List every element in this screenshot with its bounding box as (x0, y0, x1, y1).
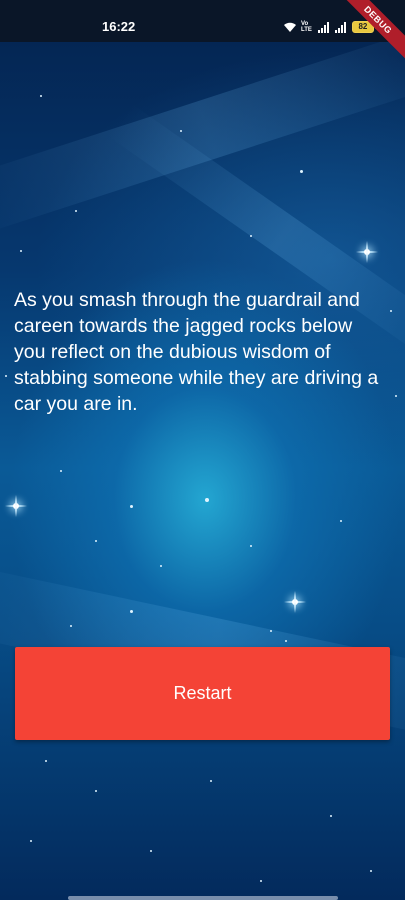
story-text: As you smash through the guardrail and c… (14, 289, 379, 415)
star (45, 760, 47, 762)
star (210, 780, 212, 782)
star (250, 235, 252, 237)
star (75, 210, 77, 212)
star (150, 850, 152, 852)
status-time: 16:22 (102, 19, 136, 34)
star (20, 250, 22, 252)
sparkle-star (356, 241, 378, 263)
status-bar: 16:22 Vo LTE 82 (0, 0, 405, 42)
star (40, 95, 42, 97)
star (205, 498, 209, 502)
star (370, 870, 372, 872)
star (340, 520, 342, 522)
star (330, 815, 332, 817)
star (180, 130, 182, 132)
star (390, 310, 392, 312)
sparkle-star (284, 591, 306, 613)
wifi-icon (284, 22, 296, 32)
star (5, 375, 7, 377)
star (270, 630, 272, 632)
star (60, 470, 62, 472)
home-indicator (68, 896, 338, 900)
volte-icon: Vo LTE (301, 21, 312, 33)
star (70, 625, 72, 627)
star (95, 790, 97, 792)
star (395, 395, 397, 397)
status-icons: Vo LTE 82 (283, 19, 377, 35)
restart-button[interactable]: Restart (15, 647, 390, 740)
star (130, 610, 133, 613)
star (260, 880, 262, 882)
star (300, 170, 303, 173)
star (250, 545, 252, 547)
sparkle-star (5, 495, 27, 517)
app-screen: 16:22 Vo LTE 82 DEBUG As you smash throug… (0, 0, 405, 900)
star (95, 540, 97, 542)
star (30, 840, 32, 842)
signal-icon (334, 21, 346, 33)
signal-icon (317, 21, 329, 33)
star (160, 565, 162, 567)
star-field (0, 0, 405, 900)
star (285, 640, 287, 642)
star (130, 505, 133, 508)
